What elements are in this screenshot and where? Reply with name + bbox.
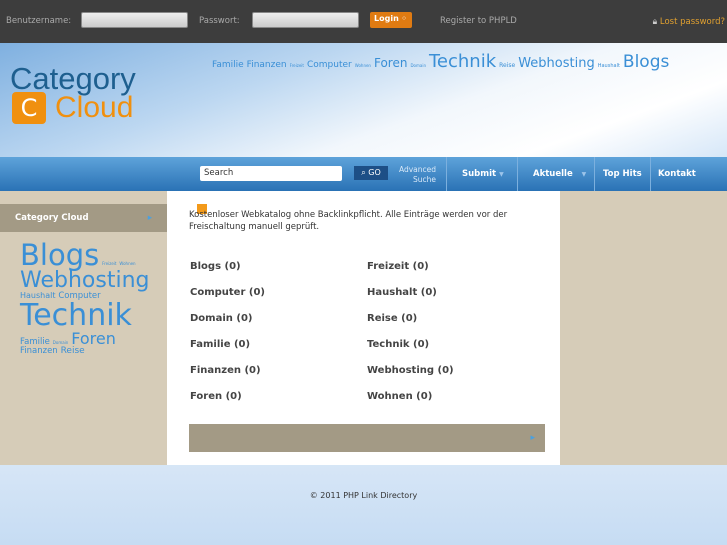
category-link[interactable]: Domain (0) [190, 313, 252, 324]
go-button[interactable]: ⌕ GO [354, 166, 388, 180]
top-bar: Benutzername: Passwort: Login ◦ Register… [0, 0, 727, 43]
category-link[interactable]: Foren (0) [190, 391, 242, 402]
tag-link[interactable]: Wohnen [355, 63, 371, 68]
tag-link[interactable]: Foren [374, 56, 407, 70]
category-link[interactable]: Familie (0) [190, 339, 250, 350]
right-sidebar [560, 191, 727, 465]
tag-link[interactable]: Blogs [623, 52, 669, 72]
nav-aktuelle[interactable]: Aktuelle ▼ [533, 169, 586, 179]
logo-text-cloud[interactable]: Cloud [55, 91, 133, 125]
tag-link[interactable]: Freizeit [102, 261, 116, 266]
tag-link[interactable]: Computer [307, 60, 352, 70]
nav-submit[interactable]: Submit ▼ [462, 169, 504, 179]
tag-link[interactable]: Domain [53, 340, 69, 345]
category-link[interactable]: Finanzen (0) [190, 365, 261, 376]
tag-link[interactable]: Domain [410, 63, 426, 68]
arrow-right-icon: ▸ [530, 433, 535, 443]
divider [594, 157, 595, 191]
tag-link[interactable]: Technik [429, 51, 496, 72]
login-label: Login [374, 14, 399, 23]
divider [517, 157, 518, 191]
adv-line1: Advanced [398, 165, 436, 174]
search-input[interactable]: Search [200, 166, 342, 181]
tag-link[interactable]: Freizeit [290, 63, 304, 68]
intro-text: Kostenloser Webkatalog ohne Backlinkpfli… [189, 210, 508, 232]
category-link[interactable]: Wohnen (0) [367, 391, 432, 402]
search-icon: ⌕ [361, 168, 366, 177]
adv-line2: Suche [412, 175, 436, 184]
sidebar-tag-cloud: Blogs Freizeit Wohnen Webhosting Haushal… [20, 241, 150, 356]
tag-link[interactable]: Finanzen [247, 60, 287, 70]
tag-link[interactable]: Reise [499, 62, 515, 69]
tag-link[interactable]: Haushalt [598, 63, 620, 69]
username-label: Benutzername: [6, 16, 72, 26]
category-link[interactable]: Technik (0) [367, 339, 429, 350]
lost-password-link[interactable]: 🔒︎ Lost password? [653, 17, 725, 27]
tag-link[interactable]: Wohnen [119, 261, 135, 266]
login-button[interactable]: Login ◦ [370, 12, 412, 28]
chevron-down-icon: ▼ [499, 171, 504, 178]
nav-top-hits[interactable]: Top Hits [603, 169, 642, 179]
divider [650, 157, 651, 191]
tag-link[interactable]: Webhosting [518, 56, 595, 71]
nav-bar: Search ⌕ GO Advanced Suche Submit ▼ Aktue… [0, 157, 727, 191]
username-input[interactable] [81, 12, 188, 28]
arrow-right-icon: ▸ [147, 213, 152, 223]
password-input[interactable] [252, 12, 359, 28]
category-cloud-header: Category Cloud ▸ [0, 204, 167, 232]
category-link[interactable]: Computer (0) [190, 287, 265, 298]
divider [446, 157, 447, 191]
header-tag-cloud: Familie Finanzen Freizeit Computer Wohnen For… [212, 51, 672, 72]
category-link[interactable]: Blogs (0) [190, 261, 241, 272]
category-cloud-title: Category Cloud [15, 213, 89, 223]
footer-copyright: © 2011 PHP Link Directory [309, 491, 418, 500]
logo-cc-icon: C [12, 92, 46, 124]
category-link[interactable]: Freizeit (0) [367, 261, 429, 272]
nav-kontakt[interactable]: Kontakt [658, 169, 696, 179]
tag-link[interactable]: Blogs [20, 238, 99, 272]
lock-icon: 🔒︎ [652, 17, 658, 27]
tag-link[interactable]: Webhosting [20, 268, 149, 293]
tag-link[interactable]: Finanzen [20, 346, 58, 356]
chevron-down-icon: ▼ [581, 171, 587, 178]
category-link[interactable]: Haushalt (0) [367, 287, 437, 298]
header: Category C Cloud Familie Finanzen Freizeit… [0, 43, 727, 157]
category-link[interactable]: Webhosting (0) [367, 365, 454, 376]
tag-link[interactable]: Reise [61, 346, 85, 356]
advanced-search-link[interactable]: Advanced Suche [396, 165, 436, 185]
nav-submit-label: Submit [462, 169, 497, 179]
content-footer-bar: ▸ [189, 424, 545, 452]
go-label: GO [368, 168, 381, 177]
tag-link[interactable]: Familie [212, 60, 244, 70]
left-sidebar: Category Cloud ▸ Blogs Freizeit Wohnen We… [0, 191, 167, 465]
register-link[interactable]: Register to PHPLD [440, 16, 517, 26]
lost-password-label: Lost password? [659, 17, 725, 27]
category-link[interactable]: Reise (0) [367, 313, 417, 324]
main-content: Kostenloser Webkatalog ohne Backlinkpfli… [167, 191, 560, 465]
tag-link[interactable]: Technik [20, 298, 132, 333]
password-label: Passwort: [199, 16, 240, 26]
nav-aktuelle-label: Aktuelle [533, 169, 573, 179]
